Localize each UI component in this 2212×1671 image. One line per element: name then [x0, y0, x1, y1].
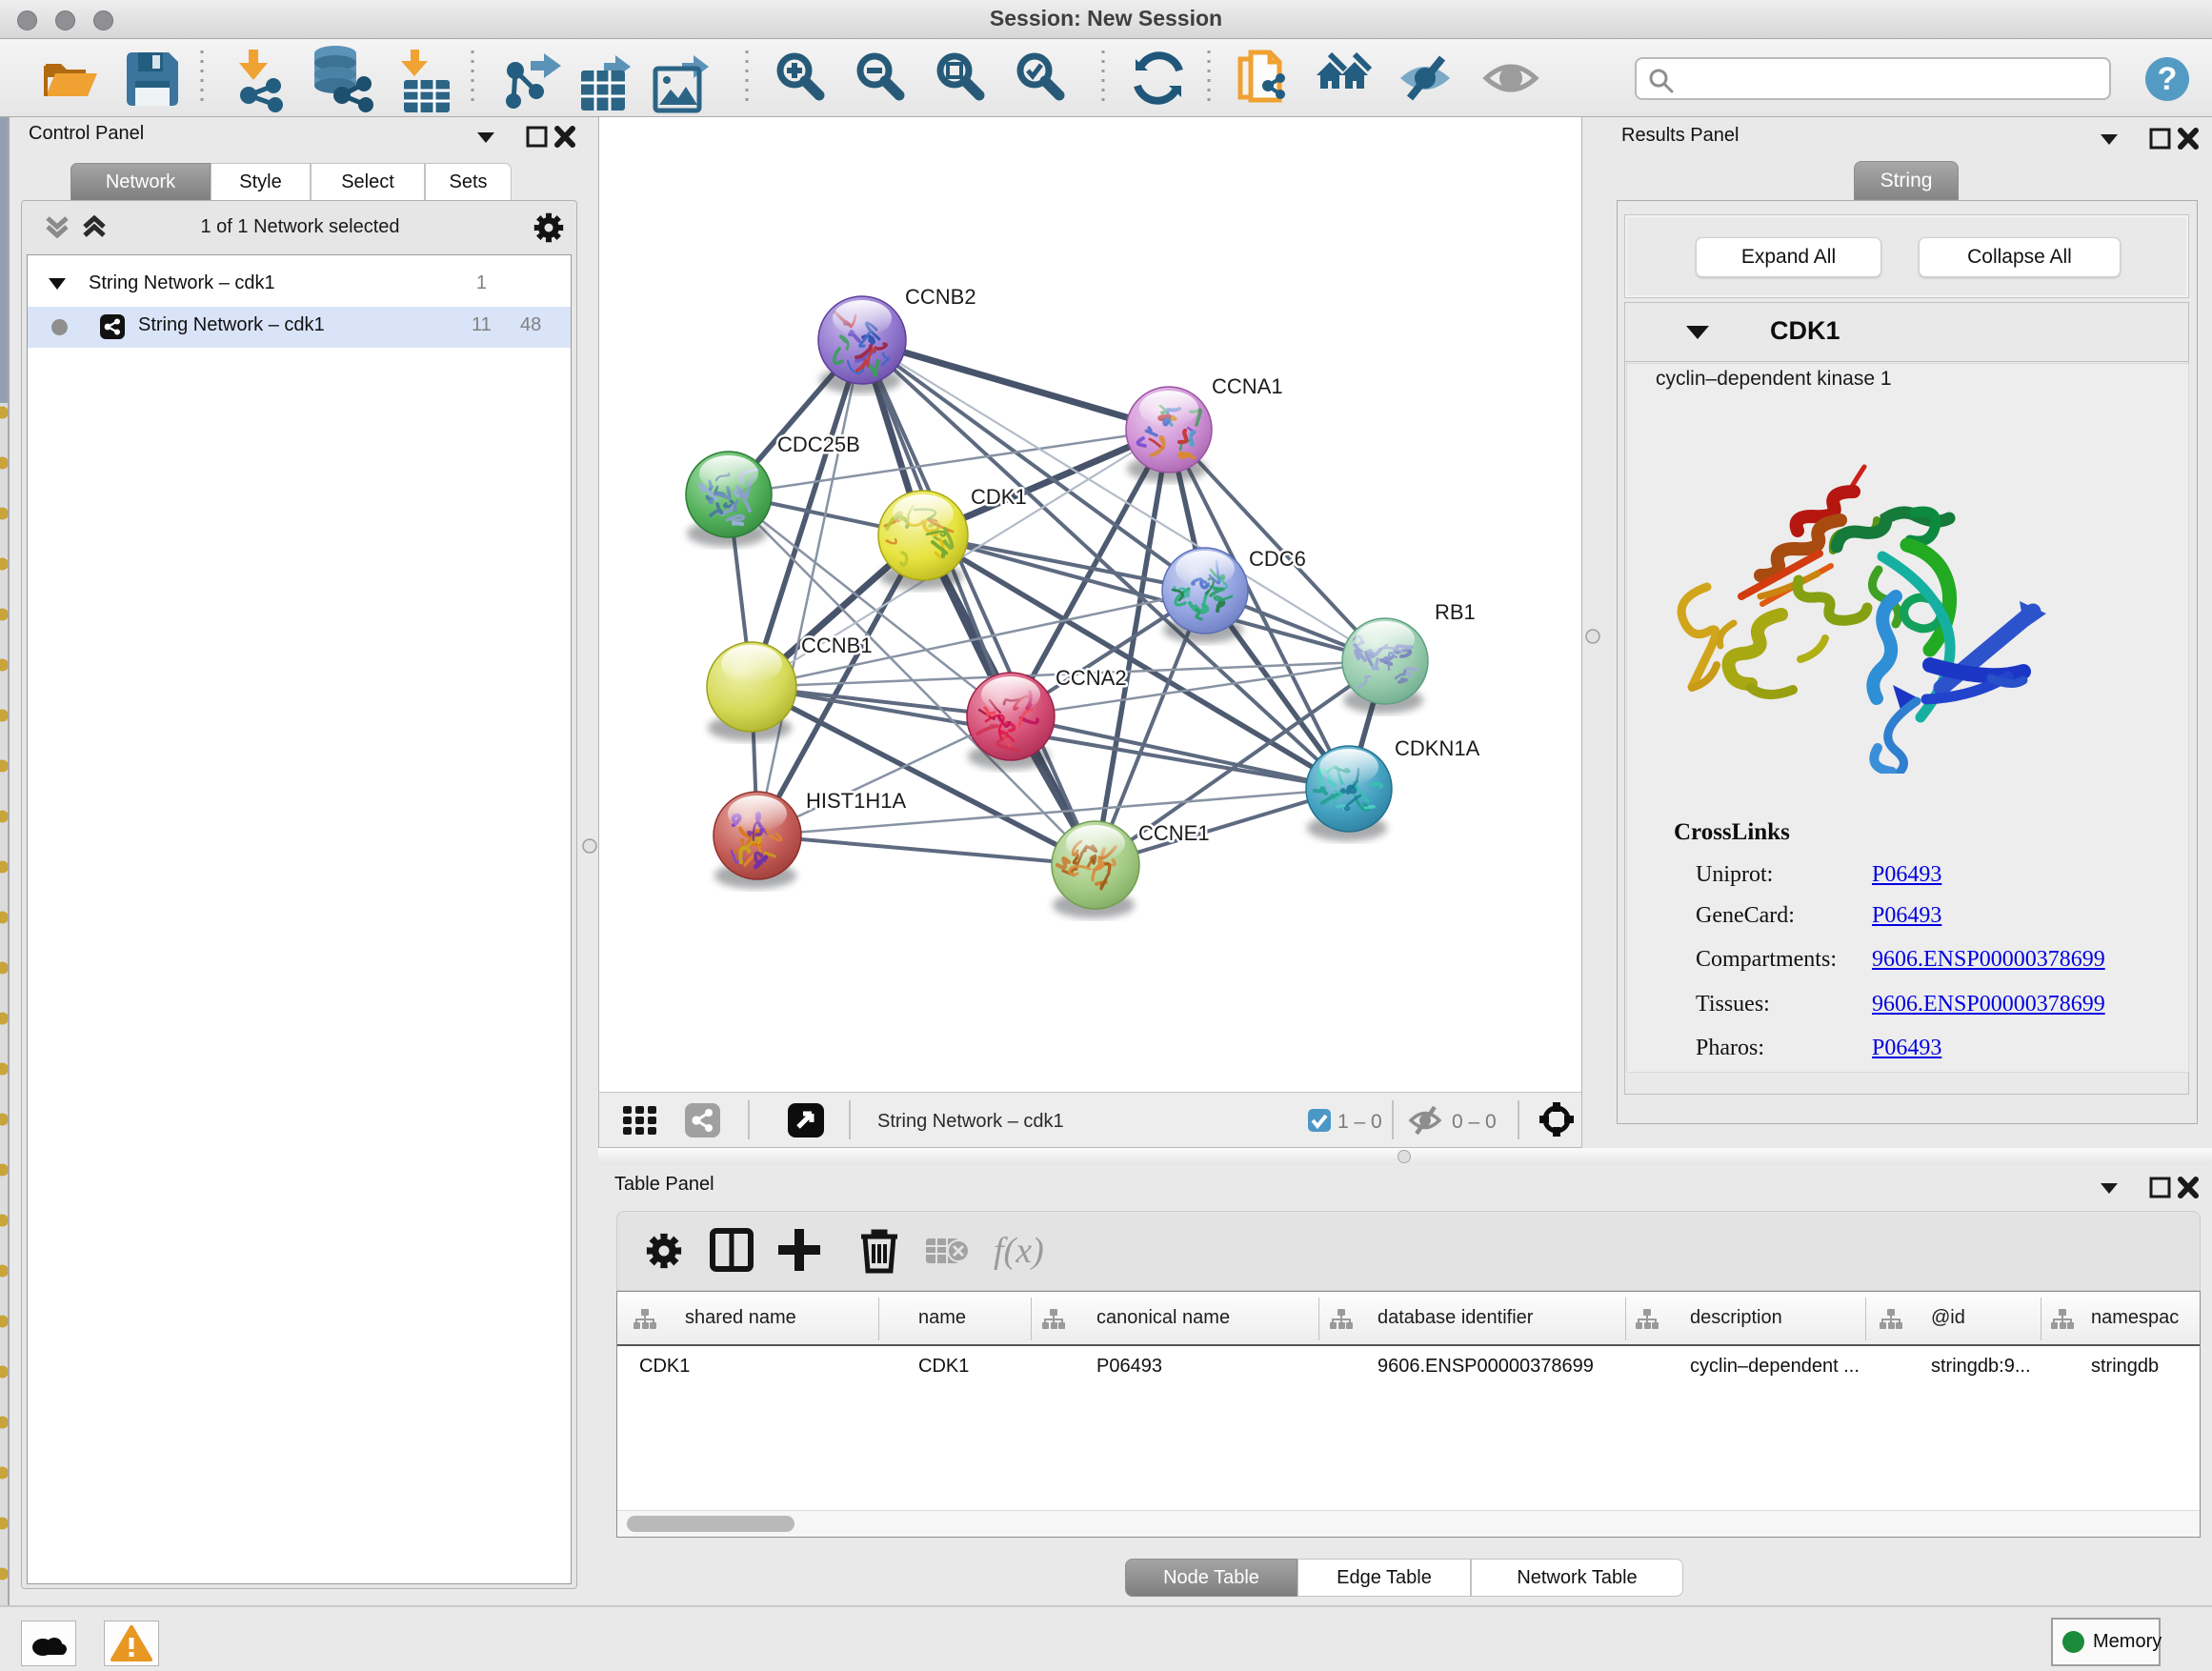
svg-text:RB1: RB1	[1435, 600, 1476, 624]
svg-text:1 – 0: 1 – 0	[1337, 1111, 1382, 1133]
svg-text:CCNB2: CCNB2	[905, 285, 976, 309]
svg-text:CDKN1A: CDKN1A	[1395, 736, 1480, 760]
svg-text:f(x): f(x)	[994, 1231, 1044, 1271]
svg-text:CCNA2: CCNA2	[1056, 666, 1127, 690]
svg-text:0 – 0: 0 – 0	[1452, 1111, 1497, 1133]
svg-text:HIST1H1A: HIST1H1A	[806, 789, 906, 813]
svg-text:CCNA1: CCNA1	[1212, 374, 1283, 398]
svg-text:CDC6: CDC6	[1249, 547, 1306, 571]
svg-text:String Network – cdk1: String Network – cdk1	[877, 1111, 1064, 1132]
svg-text:CDC25B: CDC25B	[777, 433, 860, 456]
svg-text:CDK1: CDK1	[971, 485, 1027, 509]
svg-text:CCNE1: CCNE1	[1138, 821, 1210, 845]
svg-text:CCNB1: CCNB1	[801, 634, 873, 657]
